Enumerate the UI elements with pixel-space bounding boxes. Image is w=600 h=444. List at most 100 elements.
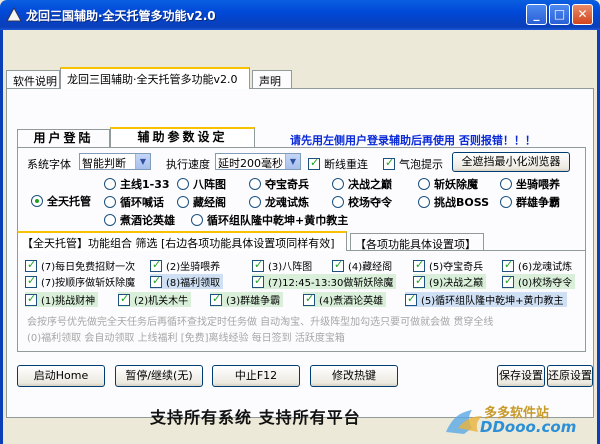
start-button[interactable]: 启动Home (17, 365, 105, 387)
radio-icon (104, 178, 116, 190)
radio-mode[interactable]: 龙魂试炼 (249, 194, 309, 210)
feature-label: (7)12:45-13:30做斩妖除魔 (268, 278, 394, 289)
feature-label: (3)群雄争霸 (226, 296, 281, 307)
save-settings-button[interactable]: 保存设置 (497, 365, 545, 387)
reconnect-checkbox[interactable]: 断线重连 (308, 156, 368, 172)
feature-checkbox[interactable]: (4)藏经阁 (332, 258, 395, 273)
radio-icon (191, 214, 203, 226)
radio-icon (177, 178, 189, 190)
tab-feature-settings[interactable]: 【各项功能具体设置项】 (350, 233, 484, 251)
radio-label: 群雄争霸 (516, 196, 560, 209)
feature-checkbox[interactable]: (0)校场夺令 (502, 274, 576, 289)
title-bar[interactable]: 龙回三国辅助·全天托管多功能v2.0 _ □ ✕ (0, 0, 600, 30)
font-select-value: 智能判断 (82, 157, 126, 170)
radio-icon (500, 178, 512, 190)
feature-checkbox[interactable]: (2)坐骑喂养 (150, 258, 223, 273)
radio-mode[interactable]: 主线1-33 (104, 176, 170, 192)
tab-main[interactable]: 龙回三国辅助·全天托管多功能v2.0 (60, 67, 250, 89)
feature-checkbox[interactable]: (7)按顺序做斩妖除魔 (25, 274, 138, 289)
radio-label: 主线1-33 (120, 178, 170, 191)
radio-mode[interactable]: 夺宝奇兵 (249, 176, 309, 192)
bubble-checkbox[interactable]: 气泡提示 (383, 156, 443, 172)
checkbox-checked-icon (308, 156, 320, 170)
maximize-button[interactable]: □ (549, 4, 570, 25)
tab-statement[interactable]: 声明 (252, 70, 292, 88)
watermark-url: DDooo.com (480, 418, 577, 436)
feature-checkbox[interactable]: (5)循环组队隆中乾坤+黄巾教主 (405, 292, 567, 307)
checkbox-checked-icon (502, 258, 514, 272)
feature-label: (0)校场夺令 (518, 278, 573, 289)
feature-label: (2)坐骑喂养 (166, 262, 221, 273)
feature-checkbox[interactable]: (3)八阵图 (252, 258, 315, 273)
checkbox-checked-icon (210, 292, 222, 306)
feature-label: (4)藏经阁 (348, 262, 393, 273)
radio-label: 夺宝奇兵 (265, 178, 309, 191)
radio-label: 藏经阁 (193, 196, 226, 209)
feature-checkbox[interactable]: (7)每日免费招财一次 (25, 258, 138, 273)
feature-checkbox[interactable]: (9)决战之巅 (413, 274, 487, 289)
chevron-down-icon: ▼ (285, 154, 300, 169)
checkbox-checked-icon (303, 292, 315, 306)
radio-label: 煮酒论英雄 (120, 214, 175, 227)
feature-checkbox[interactable]: (8)福利领取 (150, 274, 224, 289)
feature-checkbox[interactable]: (2)机关木牛 (118, 292, 192, 307)
radio-mode[interactable]: 循环组队隆中乾坤+黄巾教主 (191, 212, 348, 228)
feature-label: (3)八阵图 (268, 262, 313, 273)
radio-icon (418, 178, 430, 190)
checkbox-checked-icon (383, 156, 395, 170)
feature-checkbox[interactable]: (6)龙魂试炼 (502, 258, 575, 273)
radio-label: 龙魂试炼 (265, 196, 309, 209)
radio-label: 循环喊话 (120, 196, 164, 209)
restore-settings-button[interactable]: 还原设置 (547, 365, 593, 387)
feature-label: (6)龙魂试炼 (518, 262, 573, 273)
radio-label: 循环组队隆中乾坤+黄巾教主 (207, 214, 349, 227)
font-select[interactable]: 智能判断 ▼ (79, 153, 151, 170)
radio-selected-icon (31, 195, 43, 207)
feature-label: (4)煮酒论英雄 (319, 296, 384, 307)
speed-select-value: 延时200毫秒 (218, 157, 283, 170)
footer-text: 支持所有系统 支持所有平台 (150, 408, 361, 427)
stop-button[interactable]: 中止F12 (212, 365, 300, 387)
tab-assist-settings[interactable]: 辅助参数设定 (110, 127, 255, 147)
radio-mode[interactable]: 挑战BOSS (418, 194, 489, 210)
radio-all-day[interactable]: 全天托管 (31, 193, 91, 209)
hide-browser-button[interactable]: 全遮挡最小化浏览器 (452, 152, 570, 172)
radio-mode[interactable]: 藏经阁 (177, 194, 226, 210)
radio-label: 挑战BOSS (434, 196, 490, 209)
speed-select[interactable]: 延时200毫秒 ▼ (215, 153, 301, 170)
chevron-down-icon: ▼ (135, 154, 150, 169)
radio-label: 斩妖除魔 (434, 178, 478, 191)
feature-label: (5)夺宝奇兵 (429, 262, 484, 273)
feature-checkbox[interactable]: (7)12:45-13:30做斩妖除魔 (252, 274, 397, 289)
minimize-button[interactable]: _ (526, 4, 547, 25)
tab-software-info[interactable]: 软件说明 (6, 70, 60, 88)
hotkey-button[interactable]: 修改热键 (310, 365, 398, 387)
checkbox-checked-icon (118, 292, 130, 306)
radio-icon (332, 178, 344, 190)
tab-user-login[interactable]: 用户登陆 (17, 129, 110, 147)
radio-mode[interactable]: 煮酒论英雄 (104, 212, 175, 228)
tab-feature-combo[interactable]: 【全天托管】功能组合 筛选 [右边各项功能具体设置项同样有效] (17, 231, 347, 251)
checkbox-checked-icon (150, 274, 162, 288)
radio-mode[interactable]: 校场夺令 (332, 194, 392, 210)
feature-checkbox[interactable]: (1)挑战财神 (25, 292, 99, 307)
checkbox-checked-icon (502, 274, 514, 288)
radio-icon (418, 196, 430, 208)
radio-mode[interactable]: 斩妖除魔 (418, 176, 478, 192)
feature-checkbox[interactable]: (4)煮酒论英雄 (303, 292, 387, 307)
feature-checkbox[interactable]: (5)夺宝奇兵 (413, 258, 486, 273)
radio-mode[interactable]: 坐骑喂养 (500, 176, 560, 192)
close-button[interactable]: ✕ (572, 4, 593, 25)
feature-checkbox[interactable]: (3)群雄争霸 (210, 292, 284, 307)
radio-mode[interactable]: 八阵图 (177, 176, 226, 192)
radio-mode[interactable]: 群雄争霸 (500, 194, 560, 210)
pause-button[interactable]: 暂停/继续(无) (115, 365, 203, 387)
radio-mode[interactable]: 决战之巅 (332, 176, 392, 192)
reconnect-label: 断线重连 (324, 158, 368, 171)
checkbox-checked-icon (25, 292, 37, 306)
app-icon (6, 7, 22, 22)
radio-mode[interactable]: 循环喊话 (104, 194, 164, 210)
speed-label: 执行速度 (166, 158, 210, 171)
checkbox-checked-icon (252, 274, 264, 288)
checkbox-checked-icon (413, 258, 425, 272)
